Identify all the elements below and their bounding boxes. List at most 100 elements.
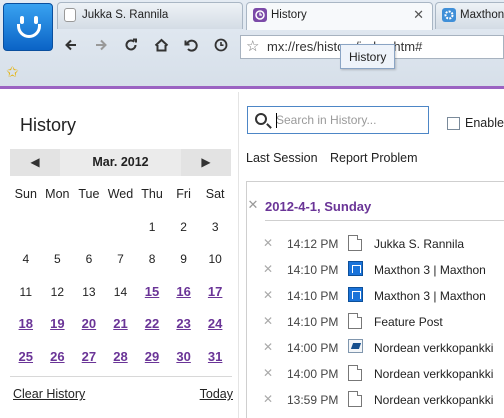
history-entry[interactable]: ✕ 14:00 PM Nordean verkkopankki <box>247 337 504 361</box>
history-clock-icon[interactable] <box>210 36 232 58</box>
entry-title[interactable]: Maxthon 3 | Maxthon <box>374 289 486 303</box>
page-title: History <box>20 115 77 135</box>
tab-maxthon[interactable]: Maxthon <box>435 2 504 29</box>
delete-day-icon[interactable]: ✕ <box>247 198 263 213</box>
today-link[interactable]: Today <box>200 387 233 401</box>
calendar-day: 4 <box>22 252 30 266</box>
tab-history[interactable]: History ✕ <box>246 2 433 30</box>
search-input[interactable] <box>276 111 424 129</box>
calendar-day <box>105 217 137 250</box>
calendar-day: 11 <box>19 284 33 299</box>
navigation-bar: ☆ mx://res/history/index.htm# <box>56 34 504 60</box>
calendar-day: 9 <box>180 252 187 266</box>
delete-entry-icon[interactable]: ✕ <box>263 262 273 276</box>
calendar-day[interactable]: 28 <box>105 347 137 380</box>
calendar-day[interactable]: 15 <box>136 282 168 315</box>
calendar-day: 5 <box>54 252 61 266</box>
close-icon[interactable]: ✕ <box>413 7 424 23</box>
history-entry[interactable]: ✕ 14:12 PM Jukka S. Rannila <box>247 233 504 257</box>
calendar-header: ◀ Mar. 2012 ▶ <box>10 149 231 176</box>
entry-title[interactable]: Nordean verkkopankki <box>374 341 493 355</box>
prev-month-button[interactable]: ◀ <box>10 149 60 176</box>
calendar-day[interactable]: 24 <box>199 314 231 347</box>
divider <box>265 220 504 221</box>
calendar-day[interactable]: 29 <box>136 347 168 380</box>
entry-time: 14:10 PM <box>287 263 339 277</box>
weekday-label: Thu <box>141 187 163 201</box>
entry-title[interactable]: Feature Post <box>374 315 443 329</box>
calendar-day: 3 <box>211 219 219 234</box>
calendar-week: 1 2 3 <box>10 217 231 250</box>
home-icon[interactable] <box>150 36 172 58</box>
calendar-month: Mar. 2012 <box>60 149 181 176</box>
history-list: ✕ 2012-4-1, Sunday ✕ 14:12 PM Jukka S. Ran… <box>246 181 504 418</box>
undo-icon[interactable] <box>180 36 202 58</box>
calendar-day: 7 <box>117 252 124 266</box>
entry-time: 14:10 PM <box>287 315 339 329</box>
tab-label: Maxthon <box>460 9 504 21</box>
history-entry[interactable]: ✕ 14:10 PM Feature Post <box>247 311 504 335</box>
delete-entry-icon[interactable]: ✕ <box>263 392 273 406</box>
calendar-day[interactable]: 26 <box>42 347 74 380</box>
calendar-day: 8 <box>148 252 156 266</box>
next-month-button[interactable]: ▶ <box>181 149 231 176</box>
entry-title[interactable]: Nordean verkkopankki <box>374 367 493 381</box>
calendar-day[interactable]: 25 <box>10 347 42 380</box>
smiley-icon <box>17 12 41 42</box>
weekday-label: Sun <box>14 187 37 201</box>
tab-label: Jukka S. Rannila <box>82 9 169 21</box>
history-search[interactable] <box>247 106 429 134</box>
enable-checkbox[interactable] <box>447 117 460 130</box>
page-icon <box>348 365 362 381</box>
calendar-day[interactable]: 18 <box>10 314 42 347</box>
calendar-day[interactable]: 20 <box>73 314 105 347</box>
calendar-day[interactable]: 30 <box>168 347 200 380</box>
history-entry[interactable]: ✕ 13:59 PM Nordean verkkopankki <box>247 389 504 413</box>
history-entry[interactable]: ✕ 14:10 PM Maxthon 3 | Maxthon <box>247 259 504 283</box>
last-session-link[interactable]: Last Session <box>246 151 318 165</box>
delete-entry-icon[interactable]: ✕ <box>263 366 273 380</box>
calendar-day <box>10 217 42 250</box>
report-problem-link[interactable]: Report Problem <box>330 151 418 165</box>
refresh-icon[interactable] <box>120 36 142 58</box>
pane-divider <box>238 92 239 418</box>
day-heading: 2012-4-1, Sunday <box>265 199 372 214</box>
calendar-day: 12 <box>50 284 65 299</box>
weekday-label: Tue <box>78 187 100 201</box>
entry-time: 14:12 PM <box>287 237 339 251</box>
delete-entry-icon[interactable]: ✕ <box>263 340 273 354</box>
delete-entry-icon[interactable]: ✕ <box>263 314 273 328</box>
bookmark-star-icon[interactable]: ☆ <box>246 37 259 55</box>
calendar-day[interactable]: 19 <box>42 314 74 347</box>
calendar-day: 2 <box>180 219 187 234</box>
calendar-day[interactable]: 22 <box>136 314 168 347</box>
entry-title[interactable]: Nordean verkkopankki <box>374 393 493 407</box>
entry-time: 13:59 PM <box>287 393 339 407</box>
calendar-week: 4 5 6 7 8 9 10 <box>10 249 231 282</box>
calendar-day: 14 <box>113 284 128 299</box>
clear-history-link[interactable]: Clear History <box>13 387 85 401</box>
delete-entry-icon[interactable]: ✕ <box>263 236 273 250</box>
favorites-star-icon[interactable]: ✩ <box>6 63 19 81</box>
entry-title[interactable]: Maxthon 3 | Maxthon <box>374 263 486 277</box>
delete-entry-icon[interactable]: ✕ <box>263 288 273 302</box>
calendar-day[interactable]: 21 <box>105 314 137 347</box>
calendar-day[interactable]: 16 <box>168 282 200 315</box>
entry-title[interactable]: Jukka S. Rannila <box>374 237 464 251</box>
calendar-day[interactable]: 27 <box>73 347 105 380</box>
weekday-label: Sat <box>205 187 225 201</box>
enable-label: Enable <box>465 116 504 130</box>
maxthon-logo[interactable] <box>3 3 53 51</box>
calendar-day: 13 <box>82 284 96 299</box>
tab-jukka[interactable]: Jukka S. Rannila <box>57 2 243 29</box>
forward-icon[interactable] <box>90 36 112 58</box>
history-entry[interactable]: ✕ 14:00 PM Nordean verkkopankki <box>247 363 504 387</box>
enable-toggle[interactable]: Enable <box>447 116 504 132</box>
history-entry[interactable]: ✕ 14:10 PM Maxthon 3 | Maxthon <box>247 285 504 309</box>
maxthon-favicon-icon <box>348 261 363 276</box>
calendar-day[interactable]: 23 <box>168 314 200 347</box>
calendar-day[interactable]: 31 <box>199 347 231 380</box>
back-icon[interactable] <box>60 36 82 58</box>
calendar-day[interactable]: 17 <box>199 282 231 315</box>
weekday-label: Fri <box>176 187 191 201</box>
